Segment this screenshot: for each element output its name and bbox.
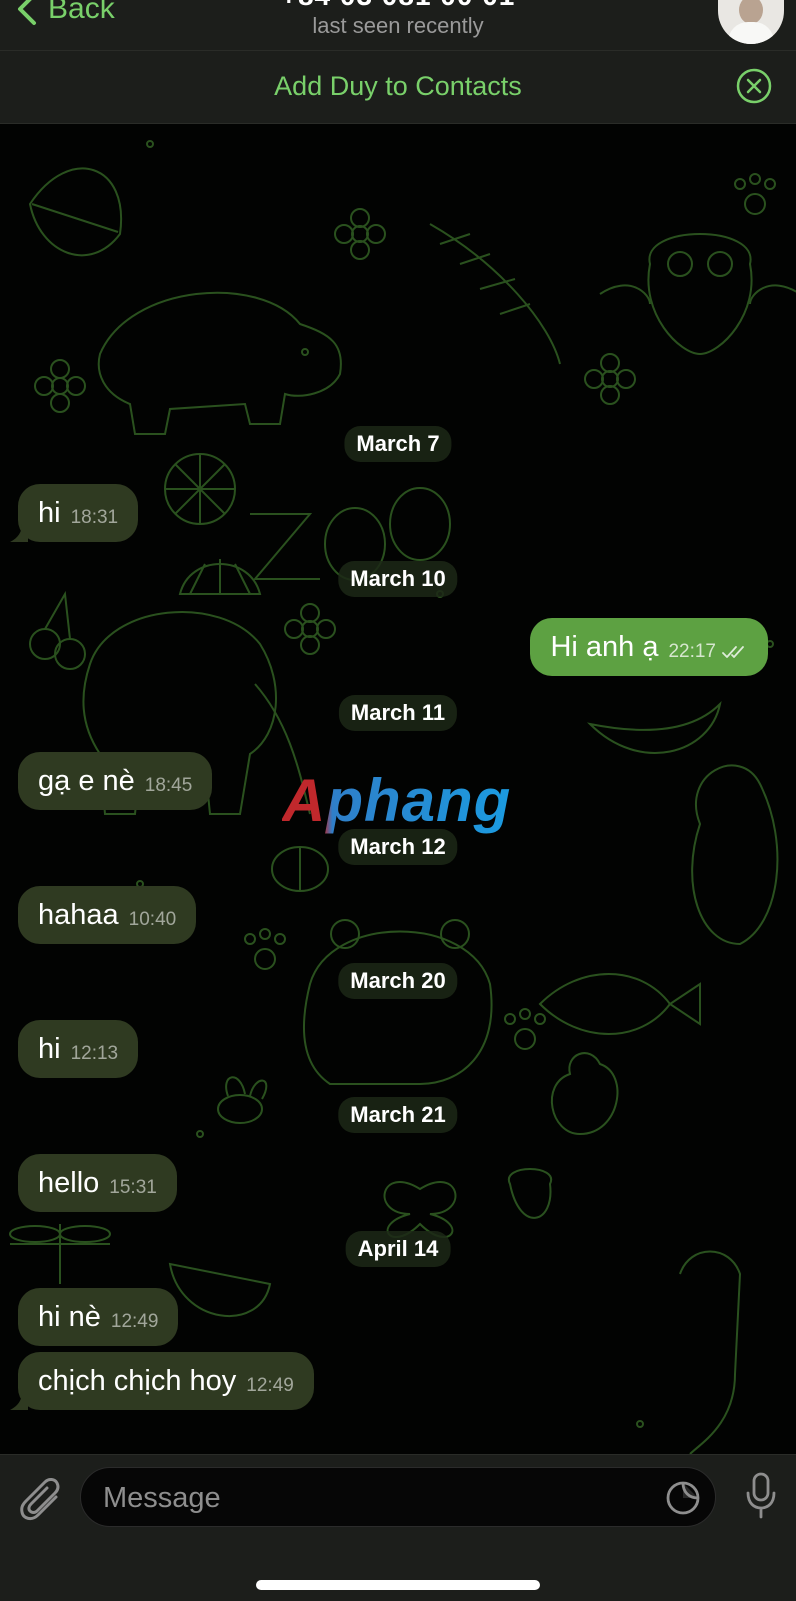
- message-text: hahaa: [38, 898, 119, 931]
- chat-area[interactable]: Aphang March 7 hi 18:31 March 10 Hi anh …: [0, 124, 796, 1454]
- incoming-message[interactable]: hi nè 12:49: [18, 1288, 179, 1346]
- message-text: Hi anh ạ: [550, 630, 659, 663]
- message-composer: Message: [0, 1454, 796, 1601]
- message-text: hi nè: [38, 1300, 101, 1333]
- last-seen-status: last seen recently: [312, 13, 484, 38]
- message-time: 12:13: [70, 1043, 119, 1064]
- message-time: 15:31: [109, 1177, 157, 1198]
- chat-header: Back +84 03 081 00 01 last seen recently: [0, 0, 796, 51]
- add-contact-bar: Add Duy to Contacts: [0, 51, 796, 124]
- date-separator: April 14: [345, 1231, 451, 1267]
- message-time: 22:17: [668, 641, 716, 662]
- incoming-message[interactable]: chịch chịch hoy 12:49: [10, 1352, 314, 1410]
- date-separator: March 10: [338, 561, 458, 597]
- watermark: Aphang: [282, 767, 512, 834]
- message-text: hi: [38, 496, 61, 529]
- bubble-tail: [10, 1392, 28, 1410]
- date-separator: March 21: [338, 1097, 458, 1133]
- sticker-icon[interactable]: [665, 1480, 701, 1516]
- message-time: 12:49: [246, 1375, 294, 1396]
- double-check-icon: [722, 646, 744, 658]
- message-time: 18:45: [144, 775, 193, 796]
- contact-title[interactable]: +84 03 081 00 01: [0, 0, 796, 12]
- date-separator: March 20: [338, 963, 458, 999]
- add-contact-button[interactable]: Add Duy to Contacts: [0, 71, 796, 102]
- microphone-icon[interactable]: [744, 1471, 778, 1521]
- date-separator: March 7: [344, 426, 452, 462]
- avatar-shirt: [728, 22, 774, 44]
- date-separator: March 11: [338, 695, 458, 731]
- incoming-message[interactable]: hi 18:31: [10, 484, 139, 542]
- incoming-message[interactable]: hello 15:31: [18, 1154, 177, 1212]
- message-text: gạ e nè: [38, 764, 135, 797]
- message-input[interactable]: Message: [80, 1467, 716, 1527]
- incoming-message[interactable]: gạ e nè 18:45: [18, 752, 213, 810]
- message-placeholder: Message: [103, 1482, 221, 1514]
- outgoing-message[interactable]: Hi anh ạ 22:17: [530, 618, 768, 676]
- close-circle-icon[interactable]: [736, 68, 772, 104]
- bubble-tail: [10, 524, 28, 542]
- date-separator: March 12: [338, 829, 458, 865]
- incoming-message[interactable]: hahaa 10:40: [18, 886, 197, 944]
- message-text: chịch chịch hoy: [38, 1364, 237, 1397]
- message-time: 10:40: [128, 909, 177, 930]
- avatar-face: [739, 0, 763, 24]
- incoming-message[interactable]: hi 12:13: [18, 1020, 139, 1078]
- message-text: hi: [38, 1032, 61, 1065]
- message-time: 18:31: [70, 507, 119, 528]
- message-text: hello: [38, 1166, 100, 1199]
- message-time: 12:49: [110, 1311, 159, 1332]
- home-indicator[interactable]: [256, 1580, 540, 1590]
- paperclip-icon[interactable]: [18, 1475, 64, 1525]
